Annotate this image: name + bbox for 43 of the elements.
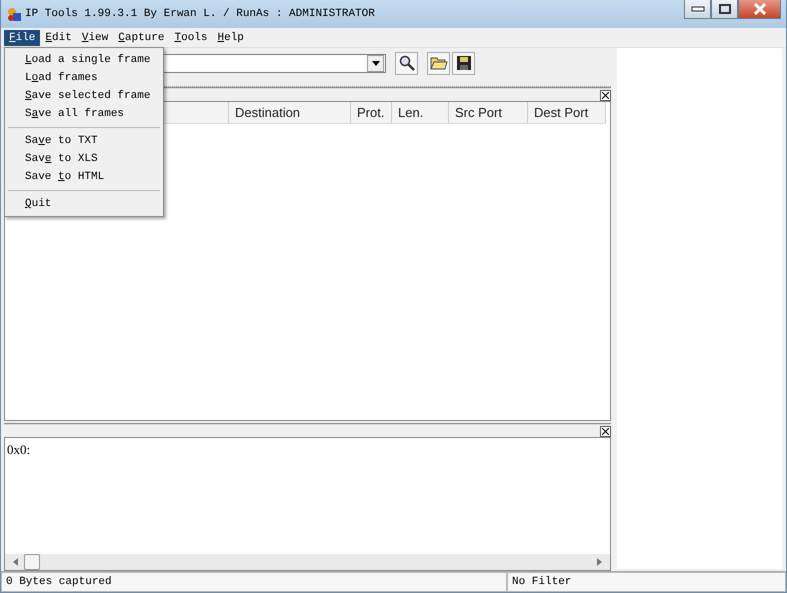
close-button[interactable]: [738, 0, 781, 19]
menu-item[interactable]: Tools: [169, 30, 212, 46]
menu-item[interactable]: Edit: [40, 30, 77, 46]
close-icon: [752, 3, 766, 15]
column-header[interactable]: Len.: [392, 102, 449, 124]
maximize-button[interactable]: [711, 0, 738, 19]
folder-icon: [430, 56, 448, 70]
minimize-button[interactable]: [684, 0, 711, 19]
horizontal-scrollbar[interactable]: [5, 554, 610, 570]
app-icon: [6, 6, 22, 22]
menu-entry[interactable]: Save selected frame: [5, 87, 163, 105]
column-header[interactable]: Dest Port: [528, 102, 606, 124]
close-pane-button[interactable]: [600, 90, 611, 100]
menu-entry[interactable]: Save to HTML: [5, 168, 163, 186]
open-button[interactable]: [427, 52, 450, 74]
close-pane-button[interactable]: [600, 426, 611, 436]
menu-entry[interactable]: Save all frames: [5, 105, 163, 123]
menu-entry[interactable]: Load a single frame: [5, 51, 163, 69]
search-button[interactable]: [395, 52, 418, 74]
menu-entry[interactable]: Save to XLS: [5, 150, 163, 168]
menu-item[interactable]: Capture: [113, 30, 170, 46]
column-header[interactable]: Prot.: [351, 102, 392, 124]
scroll-right-icon: [597, 558, 602, 566]
minimize-icon: [690, 6, 704, 12]
search-icon: [398, 55, 414, 71]
menu-entry[interactable]: Save to TXT: [5, 132, 163, 150]
close-icon: [602, 428, 609, 434]
menu-entry[interactable]: Load frames: [5, 69, 163, 87]
hex-text: 0x0:: [6, 441, 32, 459]
menu-item[interactable]: View: [76, 30, 114, 46]
save-button[interactable]: [452, 52, 475, 74]
menu-entry[interactable]: Quit: [5, 195, 163, 213]
column-header[interactable]: Destination: [229, 102, 351, 124]
status-text: 0 Bytes captured: [1, 572, 507, 592]
scroll-left-icon: [13, 558, 18, 566]
maximize-icon: [718, 4, 730, 14]
filter-status: No Filter: [507, 572, 786, 592]
close-icon: [602, 92, 609, 98]
scroll-thumb[interactable]: [24, 554, 40, 570]
column-header[interactable]: Src Port: [449, 102, 528, 124]
menu-item[interactable]: Help: [212, 30, 249, 46]
window-title: IP Tools 1.99.3.1 By Erwan L. / RunAs : ADMINISTRATOR: [25, 8, 375, 20]
menu-item[interactable]: File: [4, 30, 40, 46]
